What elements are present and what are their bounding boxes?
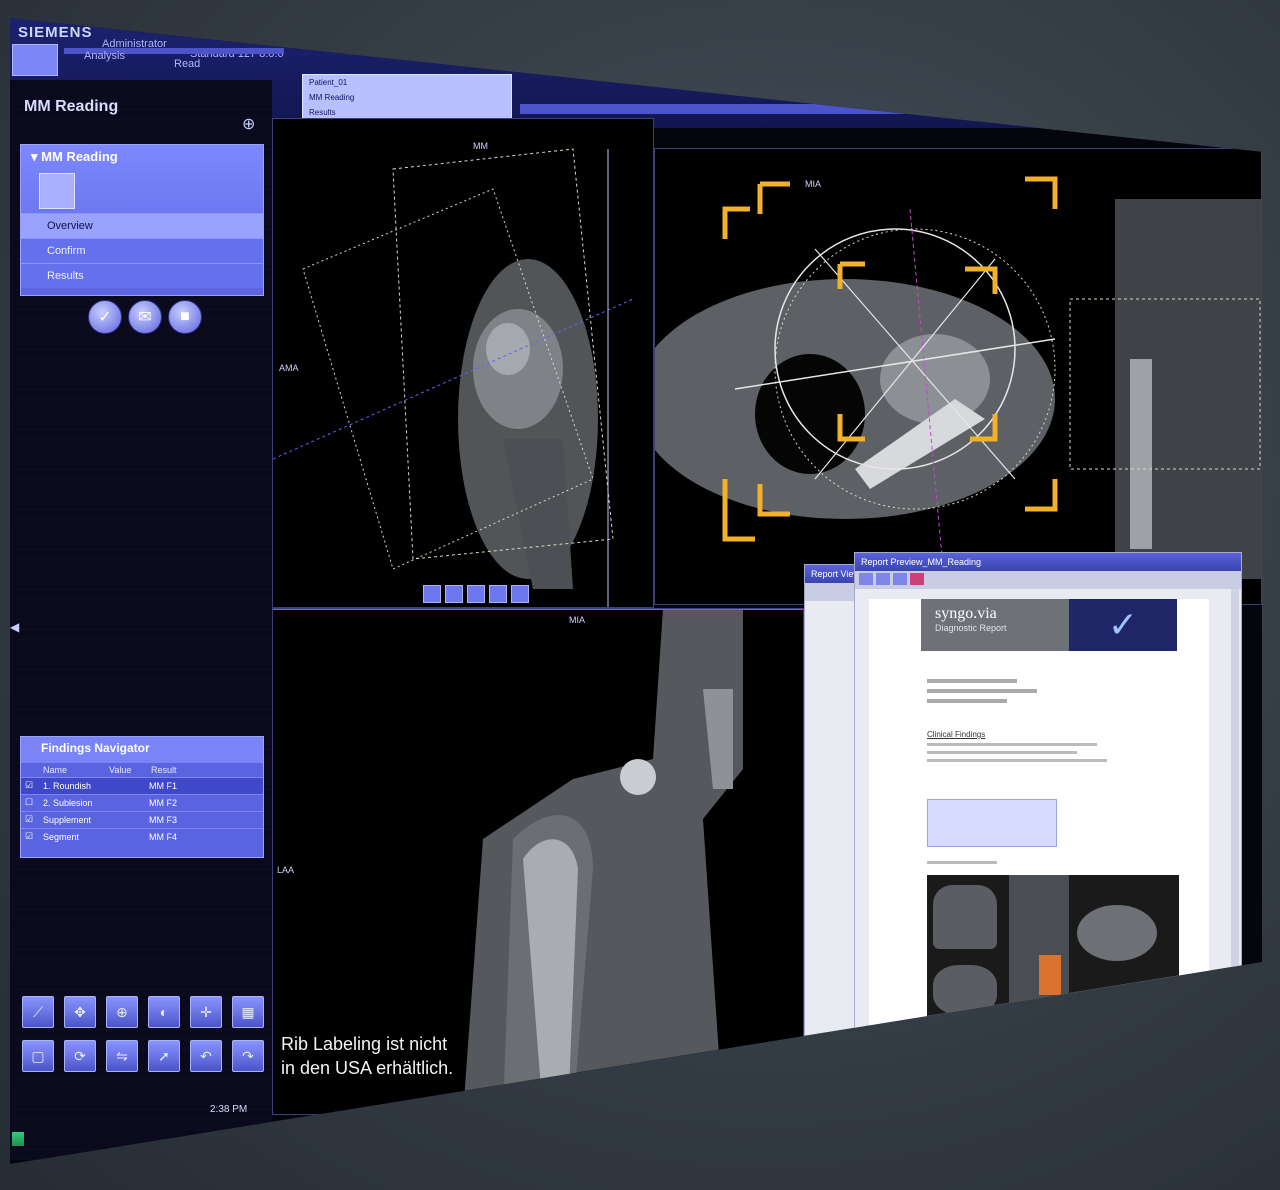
findings-navigator: Findings Navigator Name Value Result ☑ 1… <box>20 736 264 858</box>
tab-read[interactable]: Read <box>174 58 200 70</box>
status-indicator <box>12 1132 24 1146</box>
checkbox-icon[interactable]: ☑ <box>25 831 33 842</box>
findings-row[interactable]: ☐ 2. Sublesion MM F2 <box>21 794 263 811</box>
print-icon[interactable] <box>859 573 873 585</box>
finding-name: Supplement <box>43 815 92 825</box>
add-task-icon[interactable]: ⊕ <box>242 114 255 134</box>
axial-image <box>655 149 1261 604</box>
report-section-title: Clinical Findings <box>927 730 986 739</box>
top-accent-strip <box>520 104 1262 114</box>
report-scrollbar[interactable] <box>1231 589 1239 1029</box>
workflow-step-results[interactable]: Results <box>21 263 263 288</box>
finding-value: MM F4 <box>149 832 177 842</box>
rotate-icon[interactable]: ⟳ <box>64 1040 96 1072</box>
workflow-step-confirm[interactable]: Confirm <box>21 238 263 263</box>
checkbox-icon[interactable]: ☑ <box>25 814 33 825</box>
checkbox-icon[interactable]: ☐ <box>25 797 33 808</box>
column-header[interactable]: Name <box>43 765 67 775</box>
layout-icon[interactable]: ▦ <box>232 996 264 1028</box>
window-level-icon[interactable]: ◐ <box>148 996 180 1028</box>
findings-row[interactable]: ☑ 1. Roundish MM F1 <box>21 777 263 794</box>
collapse-icon[interactable]: ▾ <box>31 149 38 164</box>
collapse-panel-icon[interactable]: ◀ <box>10 620 19 634</box>
check-icon[interactable]: ✓ <box>88 300 122 334</box>
viewport-coronal[interactable]: MIA LAA Rib Labeling ist nicht in den US… <box>272 608 804 1115</box>
checkbox-icon[interactable]: ☑ <box>25 780 33 791</box>
viewport-orientation-label: MM <box>473 141 488 151</box>
viewport-sagittal[interactable]: MM AMA <box>272 118 654 608</box>
report-images <box>927 875 1179 1025</box>
mini-tool-icon[interactable] <box>423 585 441 603</box>
report-patient-block <box>927 679 1177 703</box>
tool-row-1: ⟋ ✥ ⊕ ◐ ✛ ▦ <box>22 996 264 1028</box>
finding-value: MM F2 <box>149 798 177 808</box>
finding-name: Segment <box>43 832 80 842</box>
report-toolbar <box>855 571 1241 589</box>
zoom-icon[interactable] <box>893 573 907 585</box>
mail-icon[interactable]: ✉ <box>128 300 162 334</box>
redo-icon[interactable]: ↷ <box>232 1040 264 1072</box>
findings-row[interactable]: ☑ Segment MM F4 <box>21 828 263 845</box>
worklist-row[interactable]: Patient_01 <box>303 75 511 90</box>
monitor-screen: SIEMENS Administrator Standard 127 8.0.0… <box>10 18 1262 1164</box>
sagittal-image <box>273 119 653 607</box>
column-header[interactable]: Result <box>151 765 177 775</box>
mini-tool-icon[interactable] <box>489 585 507 603</box>
workflow-thumbnail[interactable] <box>39 173 75 209</box>
stop-icon[interactable]: ■ <box>168 300 202 334</box>
report-window-title[interactable]: Report Preview_MM_Reading <box>855 553 1241 571</box>
finding-value: MM F3 <box>149 815 177 825</box>
viewport-orientation-label: MIA <box>569 615 586 625</box>
report-header-banner: syngo.via Diagnostic Report <box>921 599 1069 651</box>
crosshair-icon[interactable]: ✛ <box>190 996 222 1028</box>
column-header[interactable]: Value <box>109 765 131 775</box>
mini-tool-icon[interactable] <box>511 585 529 603</box>
report-product: syngo.via <box>935 605 997 622</box>
flip-icon[interactable]: ⇋ <box>106 1040 138 1072</box>
workflow-card: ▾ MM Reading Overview Confirm Results <box>20 144 264 296</box>
mini-tool-icon[interactable] <box>445 585 463 603</box>
zoom-icon[interactable]: ⊕ <box>106 996 138 1028</box>
save-icon[interactable] <box>876 573 890 585</box>
viewport-side-label: LAA <box>277 865 295 875</box>
arrow-icon[interactable]: ➚ <box>148 1040 180 1072</box>
report-findings-table <box>927 799 1057 847</box>
panel-title: MM Reading <box>24 98 119 115</box>
mini-tool-icon[interactable] <box>467 585 485 603</box>
finding-value: MM F1 <box>149 781 177 791</box>
viewport-side-label: AMA <box>279 363 299 373</box>
report-preview-window[interactable]: Report Preview_MM_Reading syngo.via Diag… <box>854 552 1242 1038</box>
checkmark-logo-icon: ✓ <box>1069 599 1177 651</box>
report-page: syngo.via Diagnostic Report ✓ Clinical F… <box>869 599 1209 1027</box>
ruler-icon[interactable]: ⟋ <box>22 996 54 1028</box>
workflow-step-overview[interactable]: Overview <box>21 213 263 238</box>
select-icon[interactable]: ▢ <box>22 1040 54 1072</box>
pan-icon[interactable]: ✥ <box>64 996 96 1028</box>
clock: 2:38 PM <box>210 1104 248 1115</box>
disclaimer-line-1: Rib Labeling ist nicht <box>281 1034 448 1054</box>
findings-row[interactable]: ☑ Supplement MM F3 <box>21 811 263 828</box>
disclaimer-line-2: in den USA erhältlich. <box>281 1058 454 1078</box>
tab-analysis[interactable]: Analysis <box>84 50 125 62</box>
undo-icon[interactable]: ↶ <box>190 1040 222 1072</box>
workflow-header[interactable]: MM Reading <box>41 149 118 164</box>
home-icon[interactable] <box>12 44 58 76</box>
left-panel: MM Reading ⊕ ▾ MM Reading Overview Confi… <box>10 80 272 1160</box>
brand-logo: SIEMENS <box>18 24 93 41</box>
viewport-mini-toolbar <box>423 585 529 603</box>
worklist-row[interactable]: MM Reading <box>303 90 511 105</box>
viewport-orientation-label: MIA <box>805 179 822 189</box>
finding-name: 2. Sublesion <box>43 798 93 808</box>
close-icon[interactable] <box>910 573 924 585</box>
report-subtitle: Diagnostic Report <box>935 623 1007 633</box>
viewport-axial[interactable]: MIA <box>654 148 1262 605</box>
finding-name: 1. Roundish <box>43 781 92 791</box>
findings-navigator-title: Findings Navigator <box>21 737 263 763</box>
tool-row-2: ▢ ⟳ ⇋ ➚ ↶ ↷ <box>22 1040 264 1072</box>
